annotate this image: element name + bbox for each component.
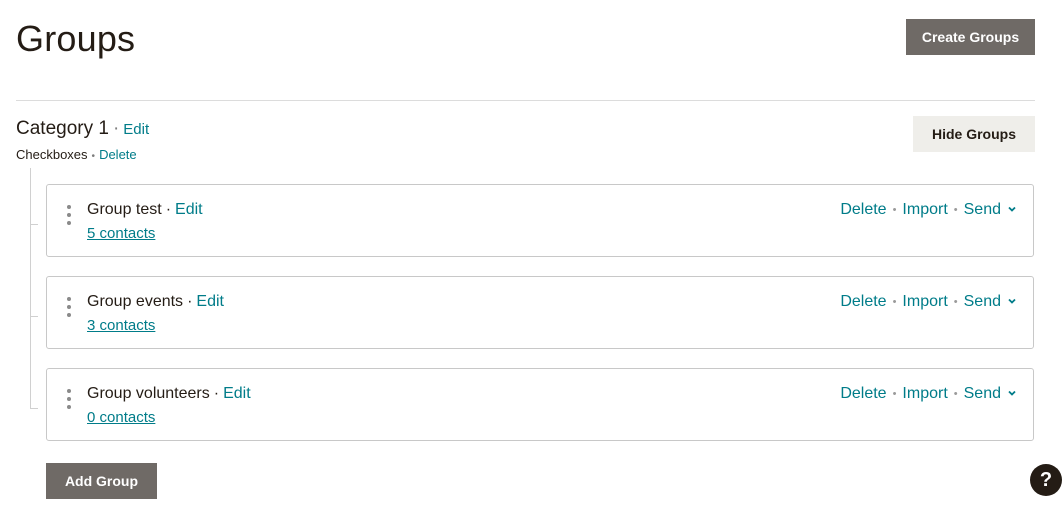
group-name: Group test bbox=[87, 201, 162, 218]
drag-handle-icon[interactable] bbox=[65, 297, 73, 321]
category-meta: Checkboxes • Delete bbox=[16, 147, 137, 162]
group-contacts-link[interactable]: 3 contacts bbox=[87, 317, 155, 334]
hide-groups-button[interactable]: Hide Groups bbox=[913, 116, 1035, 152]
help-icon[interactable]: ? bbox=[1030, 464, 1062, 496]
group-contacts-link[interactable]: 0 contacts bbox=[87, 409, 155, 426]
chevron-down-icon bbox=[1008, 298, 1016, 304]
category-delete-link[interactable]: Delete bbox=[99, 147, 137, 162]
group-card: Group test · Edit 5 contacts Delete • Import… bbox=[46, 184, 1034, 257]
group-send-label: Send bbox=[963, 293, 1001, 310]
tree-connector bbox=[30, 316, 38, 317]
category-header: Category 1 · Edit bbox=[16, 118, 150, 139]
add-group-button[interactable]: Add Group bbox=[46, 463, 157, 499]
tree-line bbox=[30, 168, 31, 408]
group-actions: Delete • Import • Send bbox=[840, 201, 1017, 219]
divider bbox=[16, 100, 1035, 101]
group-send-menu[interactable]: Send bbox=[964, 201, 1017, 219]
group-edit-link[interactable]: Edit bbox=[223, 385, 251, 402]
category-edit-link[interactable]: Edit bbox=[123, 121, 149, 138]
create-groups-button[interactable]: Create Groups bbox=[906, 19, 1035, 55]
tree-connector bbox=[30, 408, 38, 409]
group-card: Group volunteers · Edit 0 contacts Delete •… bbox=[46, 368, 1034, 441]
group-send-menu[interactable]: Send bbox=[964, 385, 1017, 403]
group-contacts-link[interactable]: 5 contacts bbox=[87, 225, 155, 242]
group-name: Group events bbox=[87, 293, 184, 310]
drag-handle-icon[interactable] bbox=[65, 389, 73, 413]
category-type: Checkboxes bbox=[16, 147, 88, 162]
chevron-down-icon bbox=[1008, 206, 1016, 212]
group-actions: Delete • Import • Send bbox=[840, 385, 1017, 403]
group-import-link[interactable]: Import bbox=[902, 293, 947, 311]
page-title: Groups bbox=[16, 18, 136, 59]
group-card: Group events · Edit 3 contacts Delete • Impo… bbox=[46, 276, 1034, 349]
group-send-label: Send bbox=[963, 385, 1001, 402]
group-delete-link[interactable]: Delete bbox=[840, 385, 886, 403]
group-send-label: Send bbox=[963, 201, 1001, 218]
group-actions: Delete • Import • Send bbox=[840, 293, 1017, 311]
group-send-menu[interactable]: Send bbox=[964, 293, 1017, 311]
group-edit-link[interactable]: Edit bbox=[196, 293, 224, 310]
group-delete-link[interactable]: Delete bbox=[840, 201, 886, 219]
group-name: Group volunteers bbox=[87, 385, 210, 402]
group-delete-link[interactable]: Delete bbox=[840, 293, 886, 311]
group-edit-link[interactable]: Edit bbox=[175, 201, 203, 218]
group-import-link[interactable]: Import bbox=[902, 385, 947, 403]
drag-handle-icon[interactable] bbox=[65, 205, 73, 229]
chevron-down-icon bbox=[1008, 390, 1016, 396]
tree-connector bbox=[30, 224, 38, 225]
category-name: Category 1 bbox=[16, 118, 109, 139]
group-import-link[interactable]: Import bbox=[902, 201, 947, 219]
